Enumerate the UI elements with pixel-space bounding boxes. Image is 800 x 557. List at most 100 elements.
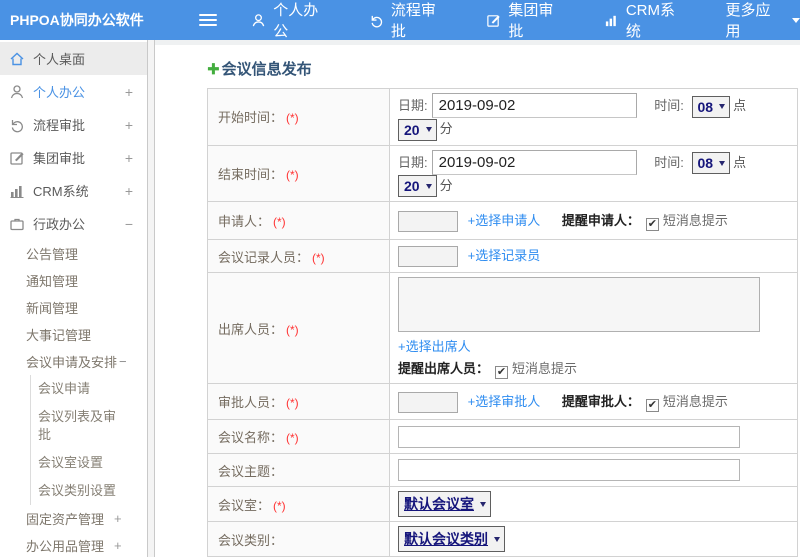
required-mark: (*): [286, 431, 299, 446]
sidebar-item-meeting-request[interactable]: 会议申请及安排 −: [0, 348, 147, 375]
date-label: 日期:: [398, 154, 428, 170]
sms-checkbox[interactable]: ✔: [495, 366, 509, 380]
content-top-strip: [155, 40, 800, 45]
start-date-input[interactable]: [431, 93, 637, 118]
recorder-input[interactable]: [398, 246, 458, 268]
sidebar-item-group-approval[interactable]: 集团审批 +: [0, 141, 147, 174]
sms-checkbox[interactable]: ✔: [645, 398, 659, 412]
remind-attendees-label: 提醒出席人员：: [398, 361, 490, 377]
sms-label: 短消息提示: [512, 361, 578, 377]
expand-plus-icon[interactable]: +: [114, 538, 122, 553]
sidebar-item-meeting-list-approval[interactable]: 会议列表及审批: [31, 403, 123, 449]
applicant-input[interactable]: [398, 210, 458, 232]
expand-plus-icon[interactable]: +: [125, 84, 137, 100]
start-minute-select[interactable]: 20: [398, 118, 437, 141]
caret-down-icon: [719, 104, 726, 112]
sidebar-scrollbar[interactable]: [148, 40, 155, 557]
nav-more-apps[interactable]: 更多应用: [725, 0, 800, 41]
page-title-text: 会议信息发布: [221, 61, 312, 78]
sms-label: 短消息提示: [662, 393, 728, 409]
form-row-recorder: 会议记录人员： (*) +选择记录员: [207, 239, 798, 274]
user-icon: [9, 84, 25, 100]
top-navbar: PHPOA协同办公软件 个人办公 流程审批 集团审批 CRM系统 更多应用: [0, 0, 800, 40]
sidebar-label: 大事记管理: [26, 328, 92, 343]
sidebar-item-workflow-approval[interactable]: 流程审批 +: [0, 108, 147, 141]
select-applicant-link[interactable]: +选择申请人: [468, 213, 541, 228]
sidebar-item-news-mgmt[interactable]: 新闻管理: [0, 294, 147, 321]
end-date-input[interactable]: [431, 149, 637, 175]
select-approver-link[interactable]: +选择审批人: [468, 394, 541, 409]
sidebar-label: 固定资产管理: [26, 512, 105, 527]
field-label: 结束时间： (*): [207, 144, 390, 203]
meeting-category-select[interactable]: 默认会议类别: [398, 526, 505, 553]
expand-plus-icon[interactable]: +: [125, 150, 137, 166]
form-row-approver: 审批人员： (*) +选择审批人 提醒审批人： ✔ 短消息提示: [207, 383, 798, 421]
required-mark: (*): [286, 111, 299, 126]
caret-down-icon: [719, 160, 726, 169]
main-content: ✚ 会议信息发布 开始时间：(*) 日期: 时间: 08点20分 结束时间：(*…: [155, 40, 800, 557]
start-hour-select[interactable]: 08: [691, 95, 731, 118]
sidebar-label: CRM系统: [33, 184, 89, 199]
sidebar-item-fixed-assets[interactable]: 固定资产管理 +: [0, 505, 147, 532]
sidebar-label: 公告管理: [26, 247, 79, 262]
flow-icon: [9, 117, 25, 133]
briefcase-icon: [9, 216, 25, 232]
field-label: 开始时间： (*): [207, 88, 390, 146]
end-minute-select[interactable]: 20: [398, 175, 437, 198]
nav-label: 更多应用: [725, 2, 771, 40]
nav-personal-office[interactable]: 个人办公: [251, 0, 333, 41]
meeting-subject-input[interactable]: [398, 459, 740, 482]
meeting-room-select[interactable]: 默认会议室: [398, 491, 491, 518]
field-label: 会议主题：: [207, 453, 390, 488]
form-row-meeting-room: 会议室： (*) 默认会议室: [207, 486, 798, 523]
caret-down-icon: [480, 501, 486, 510]
sidebar-item-admin-office[interactable]: 行政办公 −: [0, 207, 147, 240]
sidebar-item-personal-office[interactable]: 个人办公 +: [0, 75, 147, 108]
minute-unit: 分: [439, 121, 453, 136]
hamburger-menu-icon[interactable]: [199, 11, 218, 29]
sidebar-label: 个人办公: [33, 85, 86, 100]
sidebar-item-crm[interactable]: CRM系统 +: [0, 174, 147, 207]
sidebar-item-desktop[interactable]: 个人桌面: [0, 42, 147, 75]
hour-unit: 点: [733, 98, 747, 113]
sidebar-item-meeting-room-setting[interactable]: 会议室设置: [31, 449, 123, 477]
select-attendees-link[interactable]: +选择出席人: [398, 339, 471, 354]
user-icon: [251, 13, 266, 28]
expand-plus-icon[interactable]: +: [114, 511, 122, 526]
nav-workflow-approval[interactable]: 流程审批: [369, 0, 451, 41]
collapse-minus-icon[interactable]: −: [125, 216, 137, 232]
date-label: 日期:: [398, 98, 428, 113]
sidebar-item-meeting-apply[interactable]: 会议申请: [31, 375, 123, 403]
form-row-start-time: 开始时间：(*) 日期: 时间: 08点 20分: [207, 88, 798, 146]
select-recorder-link[interactable]: +选择记录员: [468, 248, 541, 263]
expand-plus-icon[interactable]: +: [125, 183, 137, 199]
flow-icon: [369, 13, 384, 28]
add-plus-icon: ✚: [207, 60, 220, 78]
sidebar-item-office-supplies[interactable]: 办公用品管理 +: [0, 532, 147, 557]
nav-label: 个人办公: [273, 2, 319, 40]
app-logo[interactable]: PHPOA协同办公软件: [0, 10, 147, 30]
meeting-name-input[interactable]: [398, 425, 740, 448]
end-hour-select[interactable]: 08: [691, 152, 731, 175]
sidebar-item-meeting-category-setting[interactable]: 会议类别设置: [31, 477, 123, 505]
nav-group-approval[interactable]: 集团审批: [486, 0, 568, 41]
edit-icon: [9, 150, 25, 166]
home-icon: [9, 51, 25, 67]
form-row-attendees: 出席人员： (*) +选择出席人 提醒出席人员： ✔ 短消息提示: [207, 272, 798, 385]
expand-plus-icon[interactable]: +: [125, 117, 137, 133]
approver-input[interactable]: [398, 391, 458, 413]
field-label: 出席人员： (*): [207, 272, 390, 385]
nav-crm-system[interactable]: CRM系统: [604, 0, 690, 41]
sidebar-item-events-mgmt[interactable]: 大事记管理: [0, 321, 147, 348]
chart-icon: [9, 183, 25, 199]
sidebar-label: 会议室设置: [38, 455, 104, 470]
remind-approver-label: 提醒审批人：: [561, 393, 640, 409]
sidebar-item-announcement-mgmt[interactable]: 公告管理: [0, 240, 147, 267]
sidebar-label: 个人桌面: [33, 52, 86, 67]
sidebar-label: 会议列表及审批: [38, 409, 117, 442]
attendees-textarea[interactable]: [398, 277, 760, 333]
collapse-minus-icon[interactable]: −: [119, 354, 127, 369]
sidebar-item-notice-mgmt[interactable]: 通知管理: [0, 267, 147, 294]
sms-checkbox[interactable]: ✔: [645, 217, 659, 231]
sidebar-label: 会议申请及安排: [26, 355, 118, 370]
